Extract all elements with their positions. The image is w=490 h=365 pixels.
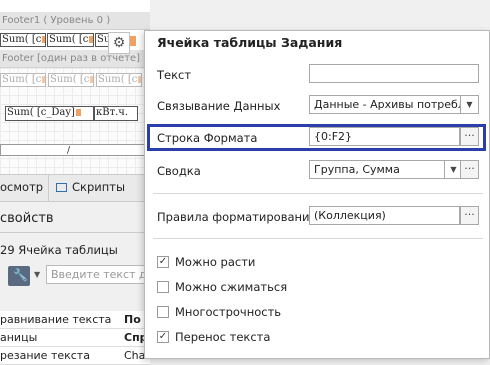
property-row[interactable]: резание текста Chars xyxy=(0,347,156,365)
can-shrink-checkbox[interactable] xyxy=(157,281,169,293)
format-string-label: Строка Формата xyxy=(157,131,258,145)
formatting-rules-label: Правила форматирования xyxy=(157,210,317,224)
gear-icon[interactable]: ⚙ xyxy=(108,32,130,54)
table-cell[interactable]: Sum( [c xyxy=(0,33,46,47)
text-label: Текст xyxy=(157,68,192,82)
can-grow-checkbox[interactable]: ✓ xyxy=(157,256,169,268)
property-row[interactable]: равнивание текста По с xyxy=(0,311,151,329)
table-cell[interactable]: Sum( [c xyxy=(96,73,142,87)
panel-divider xyxy=(0,232,150,233)
popup-separator xyxy=(153,193,483,194)
designer-top-gap xyxy=(0,0,150,12)
table-cell[interactable]: Sum( [c xyxy=(47,33,94,47)
popup-title: Ячейка таблицы Задания xyxy=(157,35,343,50)
separator-row[interactable]: / xyxy=(0,144,150,156)
formatting-rules-field[interactable]: (Коллекция) xyxy=(309,206,460,225)
wrench-icon[interactable]: 🔧 xyxy=(8,266,30,286)
formatting-rules-ellipsis-button[interactable]: ··· xyxy=(460,206,479,225)
summary-select[interactable]: Группа, Сумма xyxy=(309,160,445,179)
multiline-label: Многострочность xyxy=(175,305,282,319)
data-marker-icon xyxy=(89,36,93,43)
footer-band-title: Footer1 ( Уровень 0 ) xyxy=(2,15,111,26)
smart-tag-marker xyxy=(130,36,136,46)
tab-preview[interactable]: осмотр xyxy=(0,180,43,194)
chevron-down-icon[interactable]: ▼ xyxy=(461,95,479,114)
tab-divider xyxy=(48,175,49,201)
word-wrap-checkbox[interactable]: ✓ xyxy=(157,331,169,343)
script-icon xyxy=(56,183,67,192)
popup-separator xyxy=(153,238,483,239)
data-marker-icon xyxy=(75,109,81,116)
designer-tab-bar: осмотр Скрипты xyxy=(0,174,150,202)
data-marker-icon xyxy=(138,76,141,83)
property-search-input[interactable]: Введите текст д xyxy=(46,265,156,284)
slash-cell-text: / xyxy=(67,146,71,156)
cell-tasks-popup: Ячейка таблицы Задания Текст Связывание … xyxy=(144,30,490,359)
data-marker-icon xyxy=(90,76,93,83)
tab-scripts[interactable]: Скрипты xyxy=(56,180,125,194)
unit-cell[interactable]: кВт.ч. xyxy=(94,106,138,121)
can-grow-label: Можно расти xyxy=(175,255,256,269)
can-shrink-label: Можно сжиматься xyxy=(175,280,288,294)
text-input[interactable] xyxy=(309,64,479,83)
check-icon: ✓ xyxy=(158,256,168,267)
property-row[interactable]: аницы Спр xyxy=(0,329,150,347)
data-binding-label: Связывание Данных xyxy=(157,99,281,113)
report-designer-surface[interactable]: Footer1 ( Уровень 0 ) Sum( [c Sum( [c Su… xyxy=(0,0,150,174)
design-grid[interactable]: Sum( [c Sum( [c Sum( [c Sum( [c_Day] кВт… xyxy=(0,68,150,174)
selected-object-label[interactable]: 29 Ячейка таблицы xyxy=(0,243,118,257)
word-wrap-label: Перенос текста xyxy=(175,330,271,344)
data-binding-select[interactable]: Данные - Архивы потреблен xyxy=(309,95,461,114)
day-sum-cell[interactable]: Sum( [c_Day] xyxy=(5,106,94,121)
summary-label: Сводка xyxy=(157,164,201,178)
table-cell[interactable]: Sum( [c xyxy=(48,73,94,87)
table-cell[interactable]: Sum( [c xyxy=(0,73,46,87)
footer-band-header[interactable]: Footer1 ( Уровень 0 ) xyxy=(0,12,150,30)
check-icon: ✓ xyxy=(158,331,168,342)
multiline-checkbox[interactable] xyxy=(157,306,169,318)
properties-panel-title: свойств xyxy=(0,211,54,226)
format-string-ellipsis-button[interactable]: ··· xyxy=(460,127,479,146)
chevron-down-icon[interactable]: ▼ xyxy=(34,270,40,279)
report-footer-band-title: Footer [один раз в отчете] xyxy=(2,53,141,64)
summary-ellipsis-button[interactable]: ··· xyxy=(460,160,479,179)
property-grid: равнивание текста По с аницы Спр резание… xyxy=(0,311,156,365)
data-marker-icon xyxy=(42,36,45,43)
data-marker-icon xyxy=(42,76,45,83)
format-string-input[interactable]: {0:F2} xyxy=(309,127,460,146)
